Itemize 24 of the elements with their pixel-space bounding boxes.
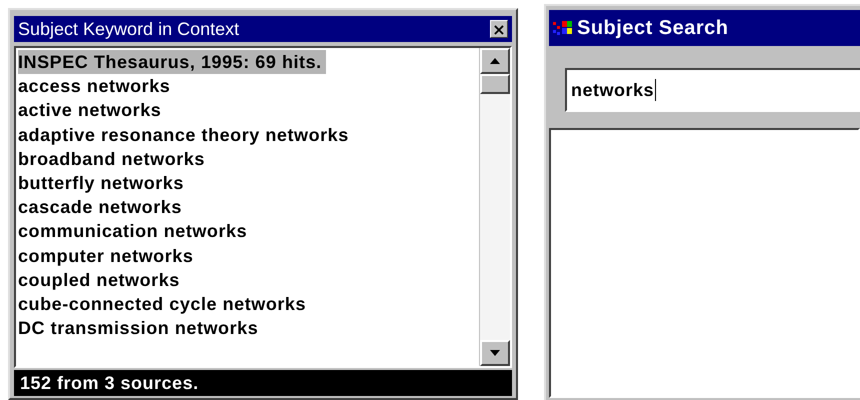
window-title: Subject Search [577, 16, 729, 40]
app-icon [553, 20, 573, 36]
up-arrow-icon [490, 58, 500, 64]
list-item[interactable]: communication networks [18, 219, 252, 244]
list-item[interactable]: access networks [18, 74, 174, 98]
list-item[interactable]: broadband networks [18, 146, 209, 171]
list-item[interactable]: adaptive resonance theory networks [18, 122, 353, 147]
scroll-thumb[interactable] [480, 74, 510, 94]
down-arrow-icon [490, 350, 500, 356]
scrollbar[interactable] [479, 48, 510, 366]
list-item[interactable]: cube-connected cycle networks [18, 292, 310, 316]
scroll-up-button[interactable] [480, 48, 510, 74]
list-item[interactable]: INSPEC Thesaurus, 1995: 69 hits. [18, 50, 326, 74]
close-button[interactable]: × [490, 20, 508, 38]
list-item[interactable]: butterfly networks [18, 170, 188, 196]
scroll-down-button[interactable] [480, 340, 510, 366]
list-item[interactable]: active networks [18, 98, 166, 123]
list-item[interactable]: cascade networks [18, 195, 186, 220]
window-title: Subject Keyword in Context [18, 18, 240, 40]
list-item[interactable]: computer networks [18, 244, 198, 268]
search-field[interactable]: networks [565, 68, 860, 112]
status-bar: 152 from 3 sources. [14, 370, 512, 396]
list-item[interactable]: DC transmission networks [18, 316, 262, 340]
list-item[interactable]: coupled networks [18, 268, 184, 292]
